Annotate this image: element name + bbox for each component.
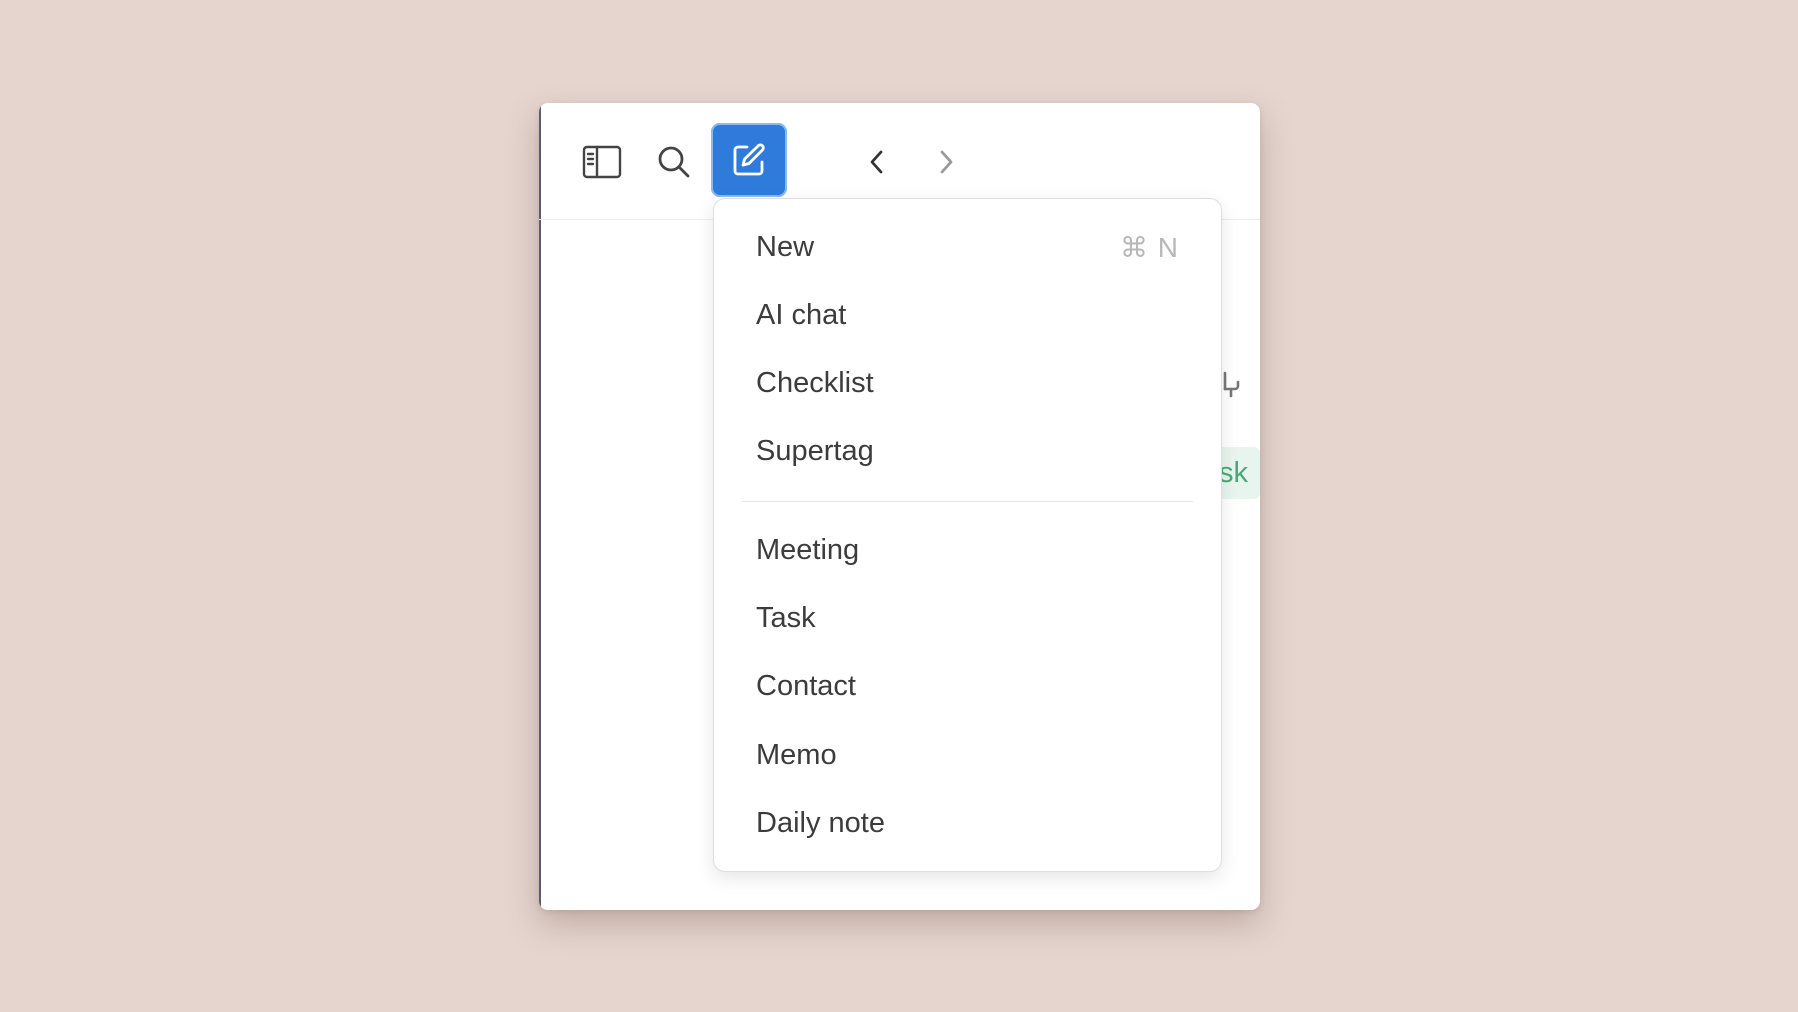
menu-item-task[interactable]: Task	[714, 588, 1221, 648]
search-icon	[658, 146, 690, 178]
window-edge	[539, 103, 541, 910]
menu-item-label: Supertag	[756, 434, 874, 467]
menu-item-contact[interactable]: Contact	[714, 656, 1221, 716]
forward-button[interactable]	[908, 125, 984, 199]
menu-item-checklist[interactable]: Checklist	[714, 353, 1221, 413]
compose-icon	[733, 143, 765, 176]
chevron-left-icon	[870, 150, 883, 174]
new-button[interactable]	[711, 123, 787, 197]
menu-item-label: Task	[756, 601, 816, 634]
shortcut-hint: ⌘ N	[1120, 231, 1179, 263]
menu-item-daily-note[interactable]: Daily note	[714, 793, 1221, 853]
sidebar-toggle-button[interactable]	[564, 125, 640, 199]
menu-item-meeting[interactable]: Meeting	[714, 520, 1221, 580]
menu-item-label: Daily note	[756, 806, 885, 839]
menu-item-new[interactable]: New ⌘ N	[714, 217, 1221, 277]
menu-item-label: Meeting	[756, 533, 860, 566]
search-button[interactable]	[636, 125, 712, 199]
menu-item-memo[interactable]: Memo	[714, 725, 1221, 785]
chevron-right-icon	[940, 150, 953, 174]
menu-item-label: AI chat	[756, 298, 847, 331]
menu-item-supertag[interactable]: Supertag	[714, 421, 1221, 481]
new-item-menu: New ⌘ N AI chat Checklist Supertag Meeti…	[713, 198, 1222, 872]
menu-item-label: Memo	[756, 738, 837, 771]
menu-item-label: Contact	[756, 669, 856, 702]
menu-item-label: New	[756, 230, 815, 263]
menu-item-ai-chat[interactable]: AI chat	[714, 285, 1221, 345]
back-button[interactable]	[839, 125, 915, 199]
menu-divider	[742, 501, 1193, 502]
menu-item-label: Checklist	[756, 366, 874, 399]
sidebar-toggle-icon	[582, 145, 622, 179]
